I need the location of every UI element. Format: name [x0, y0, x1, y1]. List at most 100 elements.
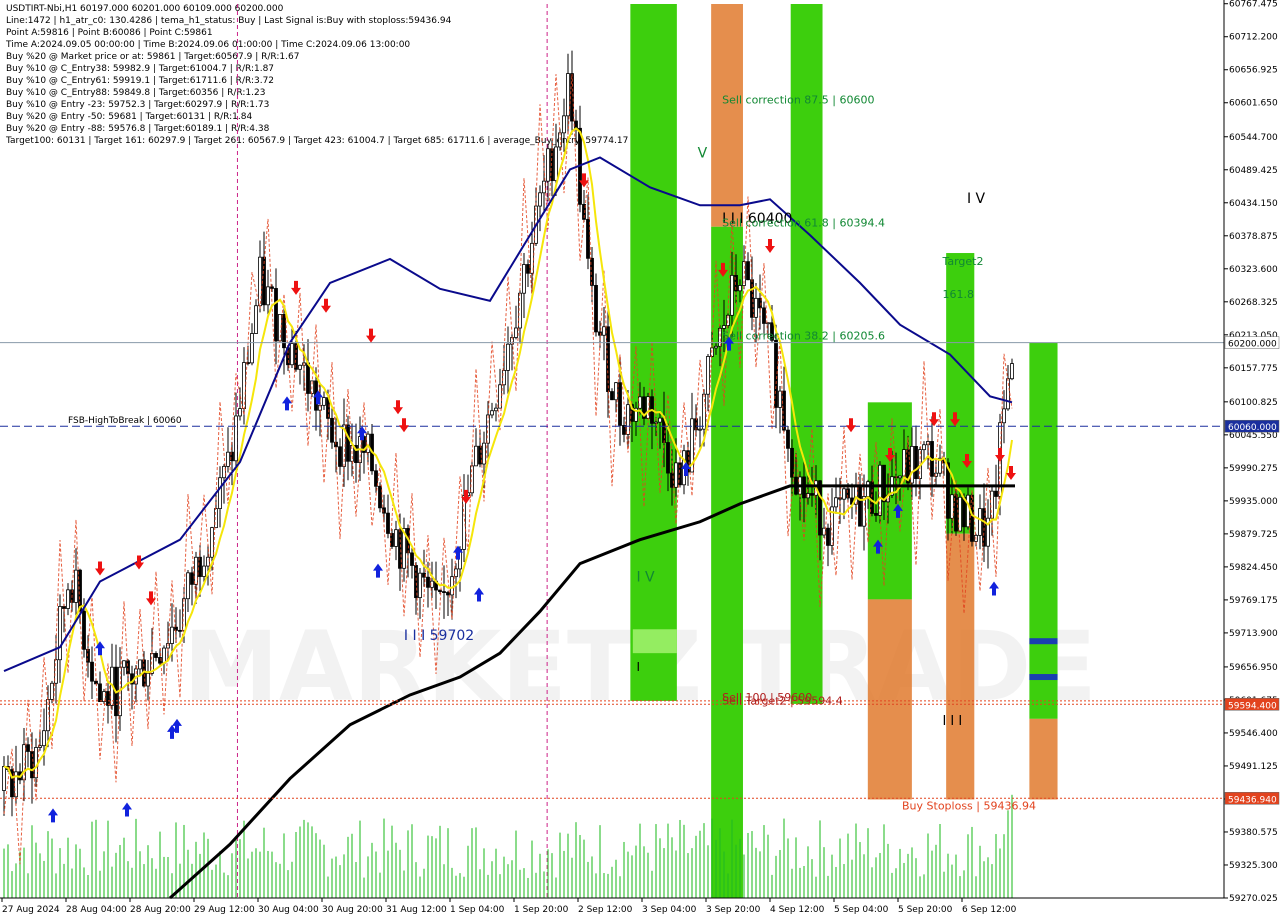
- zone-mark: [1029, 674, 1058, 681]
- candle-body: [74, 569, 78, 603]
- price-tick-label: 59879.725: [1229, 530, 1278, 540]
- candle-body: [506, 343, 510, 371]
- sell-arrow: [134, 555, 144, 570]
- candle-body: [154, 653, 158, 658]
- time-tick-label: 31 Aug 12:00: [386, 905, 447, 915]
- candle-body: [626, 404, 630, 435]
- zone-rect: [1029, 342, 1058, 719]
- candle-body: [602, 326, 606, 336]
- sell-arrow: [393, 400, 403, 415]
- price-tick-label: 59380.575: [1229, 828, 1278, 838]
- candle-body: [858, 484, 862, 527]
- candle-body: [546, 148, 550, 182]
- candle-body: [482, 442, 486, 465]
- candle-body: [826, 527, 830, 546]
- candle-body: [162, 647, 166, 664]
- candle-body: [966, 494, 970, 528]
- time-tick-label: 4 Sep 12:00: [770, 905, 825, 915]
- candle-body: [242, 362, 246, 409]
- candle-body: [782, 390, 786, 431]
- price-tick-label: 59546.400: [1229, 729, 1278, 739]
- sell-arrow: [366, 328, 376, 343]
- candle-body: [922, 444, 926, 451]
- candle-body: [346, 424, 350, 462]
- candle-body: [914, 445, 918, 479]
- sell-arrow: [765, 239, 775, 254]
- candle-body: [290, 343, 294, 366]
- price-label-text: 60200.000: [1228, 340, 1277, 350]
- candle-body: [270, 286, 274, 289]
- chart-annotation: I V: [967, 191, 986, 207]
- time-tick-label: 30 Aug 20:00: [322, 905, 383, 915]
- candle-body: [330, 417, 334, 443]
- candle-body: [730, 274, 734, 316]
- ref-label: FSB-HighToBreak | 60060: [68, 416, 182, 426]
- chart-annotation: I I I: [942, 714, 962, 729]
- time-tick-label: 1 Sep 20:00: [514, 905, 569, 915]
- zone-rect: [867, 599, 912, 800]
- buy-arrow: [48, 808, 58, 823]
- time-tick-label: 28 Aug 04:00: [66, 905, 127, 915]
- chart-annotation: I: [636, 660, 640, 674]
- candle-body: [674, 462, 678, 488]
- price-tick-label: 60544.700: [1229, 133, 1278, 143]
- candle-body: [790, 447, 794, 478]
- candle-body: [874, 513, 878, 516]
- candle-body: [202, 565, 206, 577]
- candle-body: [778, 390, 782, 408]
- candle-body: [98, 683, 102, 703]
- candle-body: [238, 408, 242, 417]
- chart-annotation: Sell Target2 | 59594.4: [722, 694, 843, 707]
- price-tick-label: 59935.000: [1229, 497, 1278, 507]
- price-label-text: 60060.000: [1228, 423, 1277, 433]
- price-tick-label: 59325.300: [1229, 861, 1278, 871]
- zone-mark: [1029, 638, 1058, 645]
- candle-body: [442, 591, 446, 593]
- candle-body: [898, 475, 902, 479]
- zone-rect: [1029, 718, 1058, 800]
- candle-body: [66, 589, 70, 609]
- chart-annotation: V: [698, 145, 708, 161]
- candle-body: [90, 661, 94, 682]
- candle-body: [670, 472, 674, 488]
- price-tick-label: 59990.275: [1229, 464, 1278, 474]
- candle-body: [810, 493, 814, 496]
- candle-body: [746, 261, 750, 281]
- chart-annotation: Sell correction 61.8 | 60394.4: [722, 217, 885, 230]
- candle-body: [722, 325, 726, 329]
- candle-body: [714, 345, 718, 349]
- candle-body: [566, 73, 570, 117]
- candle-body: [754, 297, 758, 318]
- sell-arrow: [399, 418, 409, 433]
- price-tick-label: 60767.475: [1229, 0, 1278, 10]
- chart-annotation: Target2: [941, 255, 983, 268]
- candle-body: [126, 660, 130, 675]
- candle-body: [274, 288, 278, 342]
- candle-body: [462, 495, 466, 550]
- chart-annotation: I V: [636, 569, 655, 585]
- chart-annotation: I I I 59702: [404, 628, 474, 644]
- buy-arrow: [122, 802, 132, 817]
- price-tick-label: 60378.875: [1229, 232, 1278, 242]
- sell-arrow: [291, 280, 301, 295]
- candle-body: [322, 397, 326, 406]
- price-chart[interactable]: MARKETZITRADEFSB-HighToBreak | 60060Buy …: [0, 0, 1280, 920]
- candle-body: [62, 606, 66, 609]
- price-tick-label: 60268.325: [1229, 298, 1278, 308]
- chart-annotation: 161.8: [942, 288, 974, 301]
- candle-body: [186, 572, 190, 600]
- price-tick-label: 60323.600: [1229, 265, 1278, 275]
- candle-body: [882, 464, 886, 503]
- sell-arrow: [929, 412, 939, 427]
- price-tick-label: 60601.650: [1229, 99, 1278, 109]
- time-tick-label: 30 Aug 04:00: [258, 905, 319, 915]
- zone-rect: [946, 533, 975, 800]
- candle-body: [522, 264, 526, 294]
- candle-body: [962, 496, 966, 528]
- candle-body: [210, 527, 214, 558]
- candle-body: [834, 497, 838, 508]
- candle-body: [386, 512, 390, 534]
- price-tick-label: 59769.175: [1229, 596, 1278, 606]
- candle-body: [1002, 408, 1006, 424]
- candle-body: [738, 285, 742, 292]
